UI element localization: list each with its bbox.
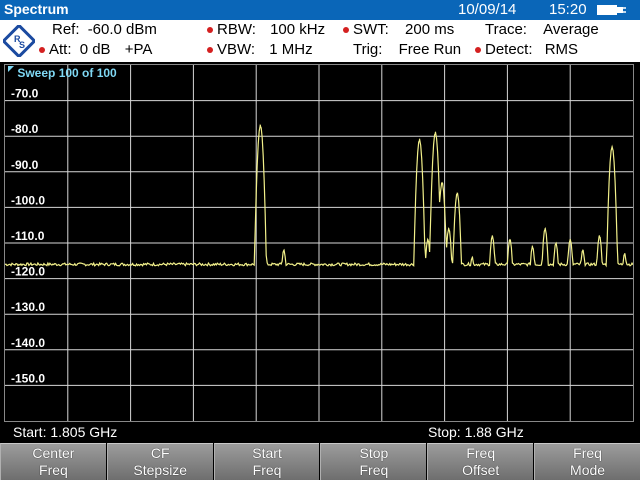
softkey-label: Stop xyxy=(359,445,389,461)
bullet-icon xyxy=(207,47,213,54)
trace-peak-point xyxy=(598,235,601,237)
cf-stepsize-softkey[interactable]: CF Stepsize xyxy=(106,443,213,480)
ref-value: -60.0 dBm xyxy=(87,21,157,38)
trace-setting[interactable]: Trace: Average xyxy=(485,21,599,38)
spectrum-plot[interactable]: -70.0 -80.0 -90.0 -100.0 -110.0 -120.0 -130.0 -… xyxy=(4,64,634,422)
trace-peak-point xyxy=(456,192,458,194)
sweep-counter: Sweep 100 of 100 xyxy=(8,66,117,80)
detect-label: Detect: xyxy=(485,41,533,58)
bullet-icon xyxy=(207,27,213,34)
rohde-schwarz-logo: R S xyxy=(3,25,35,57)
y-tick-label: -100.0 xyxy=(11,193,45,207)
trace-peak-point xyxy=(448,228,450,230)
softkey-label: CF xyxy=(150,445,170,461)
vbw-value: 1 MHz xyxy=(269,41,313,58)
softkey-label: Offset xyxy=(462,462,500,478)
trace-peak-point xyxy=(509,238,511,241)
title-bar: Spectrum 10/09/14 15:20 xyxy=(0,0,640,20)
y-tick-label: -70.0 xyxy=(11,87,39,101)
trace-peak-point xyxy=(531,245,534,248)
bullet-icon xyxy=(475,47,481,54)
sweep-time-setting[interactable]: SWT: 200 ms xyxy=(343,21,454,38)
stop-frequency: Stop: 1.88 GHz xyxy=(428,424,524,440)
y-tick-label: -110.0 xyxy=(11,229,45,243)
ref-level[interactable]: Ref: -60.0 dBm xyxy=(52,21,157,38)
softkey-label: Start xyxy=(252,445,282,461)
y-tick-label: -150.0 xyxy=(11,371,45,385)
freq-mode-softkey[interactable]: Freq Mode xyxy=(534,443,640,480)
trace-peak-point xyxy=(491,235,493,237)
battery-plug-icon xyxy=(597,5,626,15)
y-tick-label: -130.0 xyxy=(11,300,45,314)
time-display: 15:20 xyxy=(549,1,587,18)
attenuation[interactable]: Att: 0 dB +PA xyxy=(39,41,152,58)
trace-peak-point xyxy=(441,181,443,184)
att-label: Att: xyxy=(49,41,72,58)
trace-peak-point xyxy=(582,249,584,251)
trace-value: Average xyxy=(543,21,599,38)
rbw-label: RBW: xyxy=(217,21,256,38)
start-freq-softkey[interactable]: Start Freq xyxy=(213,443,320,480)
detect-value: RMS xyxy=(544,41,579,58)
y-tick-label: -120.0 xyxy=(11,265,45,279)
softkey-label: Stepsize xyxy=(133,462,188,478)
softkey-label: Freq xyxy=(466,445,496,461)
swt-value: 200 ms xyxy=(405,21,455,38)
softkey-label: Freq xyxy=(359,462,389,478)
y-tick-label: -90.0 xyxy=(11,158,39,172)
frequency-status-bar: Start: 1.805 GHz Stop: 1.88 GHz xyxy=(0,423,640,442)
date-display: 10/09/14 xyxy=(458,1,517,18)
trig-label: Trig: xyxy=(353,41,383,58)
bullet-icon xyxy=(39,47,45,54)
y-tick-label: -140.0 xyxy=(11,336,45,350)
trace-peak-point xyxy=(418,139,421,141)
swt-label: SWT: xyxy=(353,21,389,38)
start-frequency: Start: 1.805 GHz xyxy=(13,424,118,440)
softkey-label: Freq xyxy=(252,462,282,478)
trace-peak-point xyxy=(624,253,626,255)
trig-value: Free Run xyxy=(398,41,462,58)
spectrum-chart: -70.0 -80.0 -90.0 -100.0 -110.0 -120.0 -130.0 -… xyxy=(5,65,633,421)
trace-peak-point xyxy=(544,228,546,230)
trace-peak-point xyxy=(555,242,557,244)
trace-peak-point xyxy=(434,132,436,134)
softkey-label: Freq xyxy=(573,445,602,461)
trace-peak-point xyxy=(259,124,261,127)
sweep-text: Sweep 100 of 100 xyxy=(17,66,117,80)
trigger-setting[interactable]: Trig: Free Run xyxy=(353,41,461,58)
softkey-label: Mode xyxy=(570,462,606,478)
trace-peak-point xyxy=(471,256,473,258)
trace-label: Trace: xyxy=(485,21,527,38)
freq-offset-softkey[interactable]: Freq Offset xyxy=(427,443,534,480)
rbw-setting[interactable]: RBW: 100 kHz xyxy=(207,21,325,38)
trace-peak-point xyxy=(611,146,613,148)
rbw-value: 100 kHz xyxy=(270,21,326,38)
sweep-marker-icon xyxy=(8,66,14,72)
trace-peak-point xyxy=(427,238,429,241)
center-freq-softkey[interactable]: Center Freq xyxy=(0,443,106,480)
preamp-value: +PA xyxy=(124,41,153,58)
settings-bar: R S Ref: -60.0 dBm Att: 0 dB +PA RBW: 10… xyxy=(0,20,640,62)
bullet-icon xyxy=(343,27,349,34)
trace-peak-point xyxy=(283,249,285,251)
ref-label: Ref: xyxy=(52,21,80,38)
y-tick-label: -80.0 xyxy=(11,122,39,136)
att-value: 0 dB xyxy=(79,41,111,58)
detector-setting[interactable]: Detect: RMS xyxy=(475,41,578,58)
softkey-label: Freq xyxy=(39,462,68,478)
softkey-label: Center xyxy=(32,445,75,461)
trace-peak-point xyxy=(569,238,571,241)
softkey-bar: Center Freq CF Stepsize Start Freq Stop … xyxy=(0,443,640,480)
vbw-setting[interactable]: VBW: 1 MHz xyxy=(207,41,313,58)
stop-freq-softkey[interactable]: Stop Freq xyxy=(320,443,427,480)
svg-text:S: S xyxy=(19,40,25,50)
mode-title: Spectrum xyxy=(4,1,69,17)
vbw-label: VBW: xyxy=(217,41,256,58)
